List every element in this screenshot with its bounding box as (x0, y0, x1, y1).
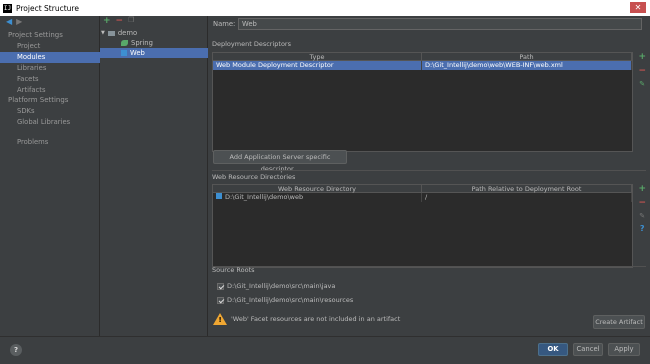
forward-arrow-icon[interactable]: ▶ (16, 17, 22, 26)
tree-item-spring[interactable]: Spring (100, 38, 208, 48)
column-header-relative-path[interactable]: Path Relative to Deployment Root (422, 185, 632, 193)
spring-leaf-icon (121, 40, 128, 46)
source-root-java[interactable]: D:\Git_Intellij\demo\src\main\java (217, 282, 335, 290)
facet-settings-panel: Name: Deployment Descriptors Type Path W… (209, 16, 650, 336)
table-header: Web Resource Directory Path Relative to … (213, 185, 632, 193)
add-icon[interactable]: + (638, 52, 646, 62)
apply-button[interactable]: Apply (608, 343, 640, 356)
platform-settings-header: Platform Settings (8, 96, 69, 104)
checkbox-checked[interactable] (217, 282, 224, 290)
project-settings-header: Project Settings (8, 31, 63, 39)
module-tree: + − ❐ ▼ demo Spring Web (100, 16, 208, 336)
deployment-descriptors-title: Deployment Descriptors (212, 40, 291, 48)
tree-item-label: demo (117, 29, 138, 37)
descriptor-path-cell: D:\Git_Intellij\demo\web\WEB-INF\web.xml (422, 61, 632, 70)
divider (212, 266, 646, 267)
checkbox-checked[interactable] (217, 296, 224, 304)
add-icon[interactable]: + (638, 184, 646, 194)
create-artifact-button[interactable]: Create Artifact (593, 315, 645, 329)
column-header-directory[interactable]: Web Resource Directory (213, 185, 422, 193)
resource-directory-cell: D:\Git_Intellij\demo\web (213, 193, 422, 202)
sidebar-item-artifacts[interactable]: Artifacts (0, 85, 100, 96)
warning-message: 'Web' Facet resources are not included i… (231, 315, 401, 323)
deployment-actions: + − ✎ (638, 52, 646, 88)
back-arrow-icon[interactable]: ◀ (6, 17, 12, 26)
help-icon[interactable]: ? (640, 224, 645, 233)
add-icon[interactable]: + (103, 16, 111, 26)
name-label: Name: (213, 20, 236, 28)
divider (212, 170, 646, 171)
resource-actions: + − ✎ ? (638, 184, 646, 233)
sidebar-item-libraries[interactable]: Libraries (0, 63, 100, 74)
sidebar-item-global-libraries[interactable]: Global Libraries (0, 117, 100, 128)
cancel-button[interactable]: Cancel (573, 343, 603, 356)
close-window-button[interactable]: ✕ (630, 2, 646, 13)
nav-arrows: ◀ ▶ (6, 17, 22, 26)
tree-toolbar: + − ❐ (103, 16, 134, 26)
tree-item-label: Spring (131, 39, 153, 47)
help-icon[interactable]: ? (10, 344, 22, 356)
relative-path-cell: / (422, 193, 632, 202)
web-resource-directories-table: Web Resource Directory Path Relative to … (212, 184, 633, 268)
expand-arrow-icon[interactable]: ▼ (101, 28, 105, 38)
deployment-descriptors-table: Type Path Web Module Deployment Descript… (212, 52, 633, 152)
intellij-app-icon: IJ (3, 3, 12, 13)
table-row[interactable]: D:\Git_Intellij\demo\web / (213, 193, 632, 202)
tree-item-web[interactable]: Web (100, 48, 208, 58)
column-header-path[interactable]: Path (422, 53, 632, 61)
warning-icon: ! (213, 313, 227, 325)
sidebar-item-problems[interactable]: Problems (0, 137, 100, 148)
name-input[interactable] (238, 18, 642, 30)
sidebar-item-project[interactable]: Project (0, 41, 100, 52)
edit-icon[interactable]: ✎ (639, 212, 645, 220)
add-server-descriptor-button[interactable]: Add Application Server specific descript… (213, 150, 347, 173)
folder-icon (216, 193, 222, 199)
web-facet-icon (121, 50, 127, 56)
table-row[interactable]: Web Module Deployment Descriptor D:\Git_… (213, 61, 632, 70)
source-root-label: D:\Git_Intellij\demo\src\main\resources (227, 296, 354, 304)
web-resource-directories-title: Web Resource Directories (212, 173, 296, 181)
title-bar: IJ Project Structure ✕ (0, 0, 650, 16)
window-title: Project Structure (16, 3, 79, 13)
remove-icon[interactable]: − (638, 198, 646, 208)
column-header-type[interactable]: Type (213, 53, 422, 61)
descriptor-type-cell: Web Module Deployment Descriptor (213, 61, 422, 70)
remove-icon[interactable]: − (638, 66, 646, 76)
ok-button[interactable]: OK (538, 343, 568, 356)
edit-icon[interactable]: ✎ (639, 80, 645, 88)
folder-icon (107, 30, 115, 36)
sidebar-item-modules[interactable]: Modules (0, 52, 100, 63)
tree-item-label: Web (130, 49, 145, 57)
copy-icon[interactable]: ❐ (128, 16, 134, 26)
source-root-label: D:\Git_Intellij\demo\src\main\java (227, 282, 336, 290)
source-root-resources[interactable]: D:\Git_Intellij\demo\src\main\resources (217, 296, 353, 304)
table-header: Type Path (213, 53, 632, 61)
source-roots-title: Source Roots (212, 266, 255, 274)
dialog-footer: ? OK Cancel Apply (0, 336, 650, 364)
artifact-warning: ! 'Web' Facet resources are not included… (213, 313, 400, 325)
remove-icon[interactable]: − (116, 16, 124, 26)
settings-sidebar: ◀ ▶ Project Settings Project Modules Libr… (0, 16, 100, 336)
sidebar-item-facets[interactable]: Facets (0, 74, 100, 85)
sidebar-item-sdks[interactable]: SDKs (0, 106, 100, 117)
tree-item-demo[interactable]: ▼ demo (100, 28, 208, 38)
